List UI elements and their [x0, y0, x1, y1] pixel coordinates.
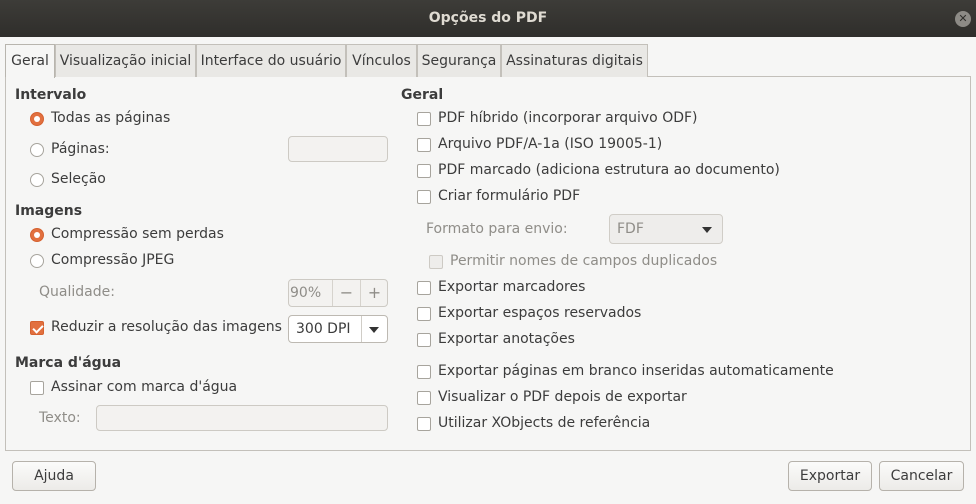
export-button[interactable]: Exportar — [788, 461, 872, 491]
general-heading: Geral — [401, 87, 444, 103]
export-blank-pages-label[interactable]: Exportar páginas em branco inseridas aut… — [438, 363, 834, 379]
plus-icon[interactable]: + — [360, 280, 388, 306]
quality-spinbox[interactable]: 90% − + — [288, 279, 388, 307]
close-icon[interactable]: ✕ — [955, 11, 971, 27]
export-placeholders-label[interactable]: Exportar espaços reservados — [438, 305, 641, 321]
view-after-export-label[interactable]: Visualizar o PDF depois de exportar — [438, 389, 687, 405]
selection-label[interactable]: Seleção — [51, 171, 106, 187]
export-bookmarks-label[interactable]: Exportar marcadores — [438, 279, 585, 295]
reduce-resolution-checkbox[interactable] — [30, 321, 44, 335]
watermark-text-input[interactable] — [96, 405, 388, 431]
hybrid-pdf-label[interactable]: PDF híbrido (incorporar arquivo ODF) — [438, 110, 698, 126]
watermark-checkbox[interactable] — [30, 381, 44, 395]
all-pages-label[interactable]: Todas as páginas — [51, 110, 170, 126]
lossless-radio[interactable] — [30, 228, 44, 242]
tab-interface-usuario[interactable]: Interface do usuário — [196, 44, 346, 77]
range-heading: Intervalo — [15, 87, 87, 103]
export-bookmarks-checkbox[interactable] — [417, 281, 431, 295]
tab-seguranca[interactable]: Segurança — [417, 44, 501, 77]
chevron-down-icon — [369, 327, 379, 333]
tab-bar: Geral Visualização inicial Interface do … — [5, 44, 971, 78]
jpeg-label[interactable]: Compressão JPEG — [51, 252, 174, 268]
submit-format-label: Formato para envio: — [426, 221, 568, 237]
dpi-value[interactable]: 300 DPI — [296, 321, 351, 337]
tab-assinaturas-digitais[interactable]: Assinaturas digitais — [501, 44, 648, 77]
minus-icon[interactable]: − — [332, 280, 360, 306]
allow-duplicate-names-label[interactable]: Permitir nomes de campos duplicados — [450, 253, 717, 269]
reference-xobjects-checkbox[interactable] — [417, 417, 431, 431]
cancel-button[interactable]: Cancelar — [879, 461, 964, 491]
title-bar: Opções do PDF ✕ — [0, 0, 976, 37]
jpeg-radio[interactable] — [30, 254, 44, 268]
submit-format-value[interactable]: FDF — [617, 221, 644, 237]
view-after-export-checkbox[interactable] — [417, 391, 431, 405]
create-form-checkbox[interactable] — [417, 190, 431, 204]
selection-radio[interactable] — [30, 173, 44, 187]
export-blank-pages-checkbox[interactable] — [417, 365, 431, 379]
tagged-pdf-label[interactable]: PDF marcado (adiciona estrutura ao docum… — [438, 162, 780, 178]
images-heading: Imagens — [15, 203, 83, 219]
quality-label: Qualidade: — [39, 284, 115, 300]
pdfa-checkbox[interactable] — [417, 138, 431, 152]
help-button[interactable]: Ajuda — [12, 461, 96, 491]
submit-format-combobox[interactable]: FDF — [609, 214, 723, 244]
hybrid-pdf-checkbox[interactable] — [417, 112, 431, 126]
pages-radio[interactable] — [30, 143, 44, 157]
dpi-dropdown-button[interactable] — [361, 316, 387, 342]
all-pages-radio[interactable] — [30, 112, 44, 126]
export-comments-checkbox[interactable] — [417, 333, 431, 347]
watermark-label[interactable]: Assinar com marca d'água — [51, 379, 237, 395]
pdfa-label[interactable]: Arquivo PDF/A-1a (ISO 19005-1) — [438, 136, 662, 152]
dpi-combobox[interactable]: 300 DPI — [288, 315, 388, 343]
pages-input[interactable] — [288, 136, 388, 162]
watermark-text-label: Texto: — [39, 410, 81, 426]
tab-geral[interactable]: Geral — [5, 44, 55, 78]
tagged-pdf-checkbox[interactable] — [417, 164, 431, 178]
export-comments-label[interactable]: Exportar anotações — [438, 331, 575, 347]
pages-label[interactable]: Páginas: — [51, 141, 110, 157]
tab-visualizacao-inicial[interactable]: Visualização inicial — [55, 44, 196, 77]
lossless-label[interactable]: Compressão sem perdas — [51, 226, 224, 242]
create-form-label[interactable]: Criar formulário PDF — [438, 188, 580, 204]
quality-value[interactable]: 90% — [290, 285, 321, 301]
chevron-down-icon — [702, 227, 712, 233]
watermark-heading: Marca d'água — [15, 355, 122, 371]
allow-duplicate-names-checkbox[interactable] — [429, 255, 443, 269]
export-placeholders-checkbox[interactable] — [417, 307, 431, 321]
reference-xobjects-label[interactable]: Utilizar XObjects de referência — [438, 415, 650, 431]
tab-vinculos[interactable]: Vínculos — [346, 44, 417, 77]
reduce-resolution-label[interactable]: Reduzir a resolução das imagens — [51, 319, 282, 335]
window-title: Opções do PDF — [428, 10, 548, 26]
